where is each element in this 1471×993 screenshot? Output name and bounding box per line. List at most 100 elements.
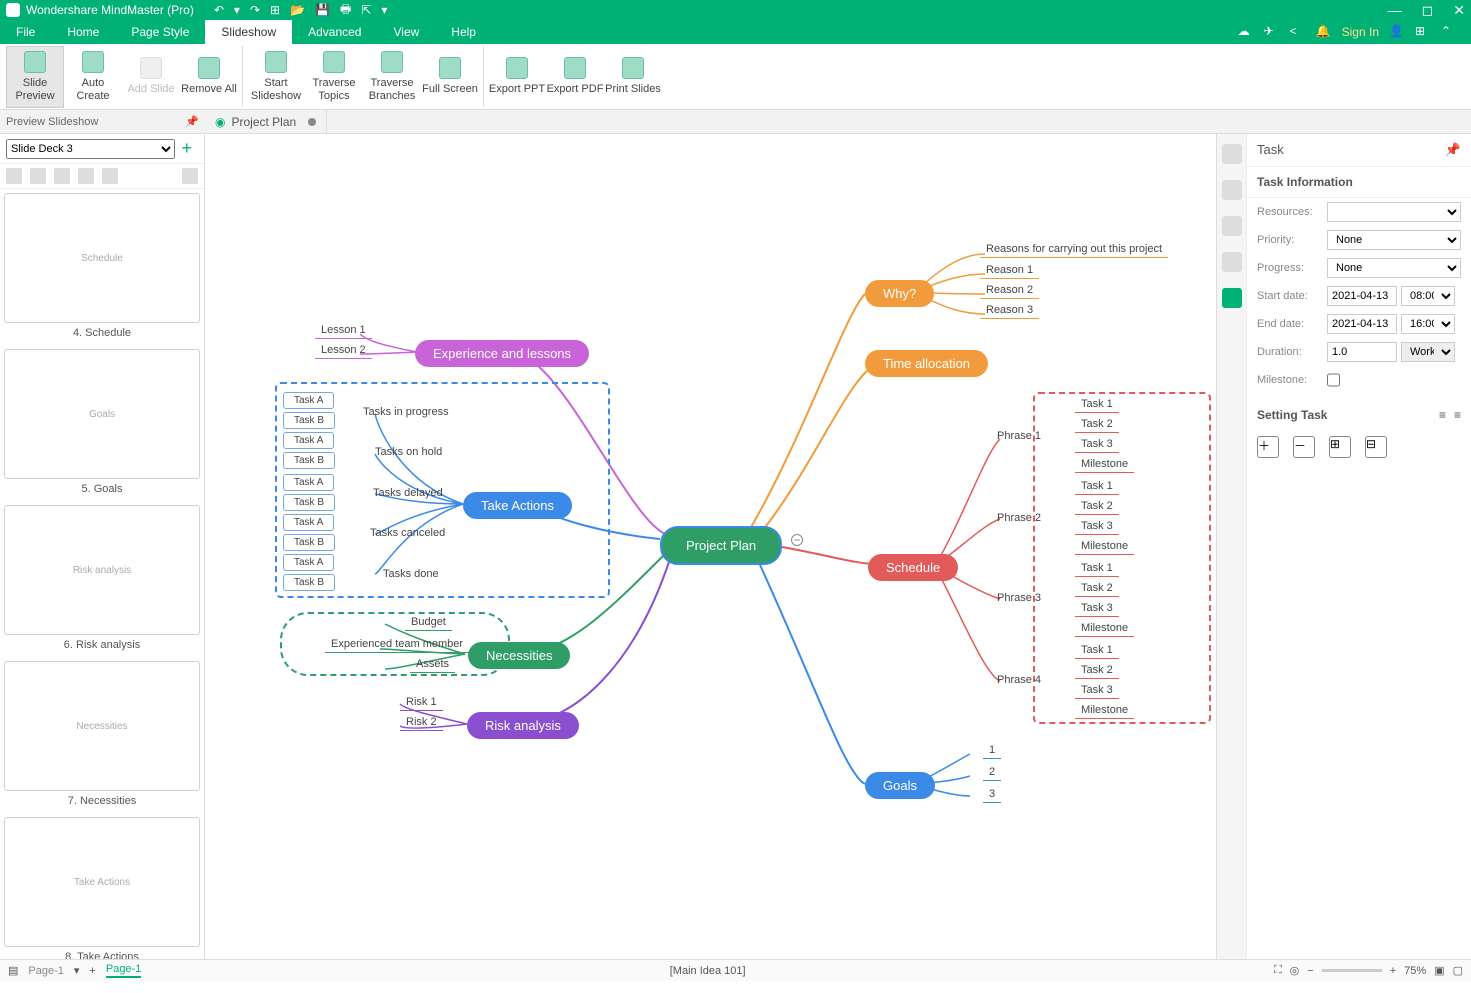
collapse-icon[interactable]: −	[791, 534, 803, 546]
node-experience[interactable]: Experience and lessons	[415, 340, 589, 367]
leaf[interactable]: Task A	[283, 474, 334, 491]
leaf[interactable]: Task B	[283, 574, 335, 591]
leaf[interactable]: Task B	[283, 534, 335, 551]
page-dd-icon[interactable]: ▾	[74, 964, 80, 977]
open-icon[interactable]: 📂	[290, 3, 305, 17]
minimize-icon[interactable]: —	[1388, 2, 1402, 19]
slide-thumb[interactable]: Risk analysis	[4, 505, 200, 635]
tab-help[interactable]: Help	[435, 20, 492, 44]
leaf[interactable]: Milestone	[1075, 458, 1134, 473]
leaf[interactable]: Reason 3	[980, 304, 1039, 319]
export-icon[interactable]: ⇱	[361, 3, 371, 17]
leaf[interactable]: Lesson 1	[315, 324, 372, 339]
zoom-out-icon[interactable]: −	[1307, 965, 1313, 977]
leaf[interactable]: Task B	[283, 494, 335, 511]
leaf[interactable]: Task 2	[1075, 664, 1119, 679]
start-time-select[interactable]: 08:00	[1401, 286, 1455, 306]
mid-label[interactable]: Tasks done	[383, 568, 439, 580]
center-node[interactable]: Project Plan	[660, 526, 782, 565]
document-tab[interactable]: ◉ Project Plan	[205, 110, 327, 133]
maximize-icon[interactable]: ◻	[1422, 2, 1434, 19]
slide-preview-button[interactable]: Slide Preview	[6, 46, 64, 108]
node-time[interactable]: Time allocation	[865, 350, 988, 377]
traverse-branches-button[interactable]: Traverse Branches	[363, 46, 421, 108]
tab-view[interactable]: View	[377, 20, 435, 44]
print-icon[interactable]: 🖶	[340, 0, 351, 21]
export-pdf-button[interactable]: Export PDF	[546, 46, 604, 108]
full-screen-button[interactable]: Full Screen	[421, 46, 479, 108]
phrase-label[interactable]: Phrase 3	[997, 592, 1041, 604]
fit-icon[interactable]: ⛶	[1274, 964, 1282, 977]
node-take-actions[interactable]: Take Actions	[463, 492, 572, 519]
task-tool-icon[interactable]	[1222, 288, 1242, 308]
decktool-5[interactable]	[102, 168, 118, 184]
setting-btn-3[interactable]: ⊞	[1329, 436, 1351, 458]
decktool-6[interactable]	[182, 168, 198, 184]
undo-icon[interactable]: ↶	[214, 3, 224, 17]
grid-icon[interactable]: ⊞	[1415, 24, 1431, 40]
zoom-in-icon[interactable]: +	[1390, 965, 1396, 977]
add-page-icon[interactable]: +	[89, 965, 95, 977]
tab-home[interactable]: Home	[51, 20, 115, 44]
center-icon[interactable]: ◎	[1290, 964, 1300, 977]
print-slides-button[interactable]: Print Slides	[604, 46, 662, 108]
slide-thumb[interactable]: Take Actions	[4, 817, 200, 947]
leaf[interactable]: Task 1	[1075, 480, 1119, 495]
save-icon[interactable]: 💾	[315, 3, 330, 17]
page-tab-active[interactable]: Page-1	[106, 963, 141, 978]
send-icon[interactable]: ✈	[1264, 24, 1280, 40]
leaf[interactable]: Experienced team member	[325, 638, 469, 653]
leaf[interactable]: Task 3	[1075, 684, 1119, 699]
slide-thumb[interactable]: Schedule	[4, 193, 200, 323]
node-schedule[interactable]: Schedule	[868, 554, 958, 581]
tool-icon-3[interactable]	[1222, 216, 1242, 236]
slide-thumb[interactable]: Necessities	[4, 661, 200, 791]
tool-icon-1[interactable]	[1222, 144, 1242, 164]
tab-page-style[interactable]: Page Style	[115, 20, 205, 44]
leaf[interactable]: Risk 1	[400, 696, 443, 711]
setting-btn-2[interactable]: －	[1293, 436, 1315, 458]
remove-all-button[interactable]: Remove All	[180, 46, 238, 108]
leaf[interactable]: Lesson 2	[315, 344, 372, 359]
leaf[interactable]: Task 3	[1075, 438, 1119, 453]
leaf[interactable]: Reason 2	[980, 284, 1039, 299]
leaf[interactable]: 2	[983, 766, 1001, 781]
duration-unit-select[interactable]: Workday	[1401, 342, 1455, 362]
leaf[interactable]: Task 3	[1075, 602, 1119, 617]
zoom-slider[interactable]	[1322, 969, 1382, 972]
close-icon[interactable]: ✕	[1453, 2, 1465, 19]
traverse-topics-button[interactable]: Traverse Topics	[305, 46, 363, 108]
pin-icon[interactable]: 📌	[185, 115, 199, 128]
decktool-2[interactable]	[30, 168, 46, 184]
node-risk[interactable]: Risk analysis	[467, 712, 579, 739]
setting-icon-a[interactable]: ≡	[1439, 408, 1446, 422]
leaf[interactable]: Task A	[283, 554, 334, 571]
setting-btn-1[interactable]: ＋	[1257, 436, 1279, 458]
cloud-icon[interactable]: ☁	[1238, 24, 1254, 40]
mid-label[interactable]: Tasks in progress	[363, 406, 449, 418]
leaf[interactable]: Risk 2	[400, 716, 443, 731]
new-icon[interactable]: ⊞	[270, 3, 280, 17]
zoom-fit-page-icon[interactable]: ▣	[1434, 964, 1444, 977]
leaf[interactable]: Task A	[283, 392, 334, 409]
start-slideshow-button[interactable]: Start Slideshow	[247, 46, 305, 108]
leaf[interactable]: Task 3	[1075, 520, 1119, 535]
tool-icon-4[interactable]	[1222, 252, 1242, 272]
tab-file[interactable]: File	[0, 20, 51, 44]
tab-advanced[interactable]: Advanced	[292, 20, 377, 44]
outline-icon[interactable]: ▤	[8, 964, 18, 977]
priority-select[interactable]: None	[1327, 230, 1461, 250]
decktool-1[interactable]	[6, 168, 22, 184]
start-date-input[interactable]	[1327, 286, 1397, 306]
mid-label[interactable]: Tasks canceled	[370, 527, 445, 539]
leaf[interactable]: 1	[983, 744, 1001, 759]
end-time-select[interactable]: 16:00	[1401, 314, 1455, 334]
auto-create-button[interactable]: Auto Create	[64, 46, 122, 108]
leaf[interactable]: Task B	[283, 412, 335, 429]
leaf[interactable]: Task B	[283, 452, 335, 469]
mid-label[interactable]: Tasks delayed	[373, 487, 443, 499]
leaf[interactable]: Task 2	[1075, 418, 1119, 433]
phrase-label[interactable]: Phrase 2	[997, 512, 1041, 524]
duration-input[interactable]	[1327, 342, 1397, 362]
bell-icon[interactable]: 🔔	[1316, 24, 1332, 40]
